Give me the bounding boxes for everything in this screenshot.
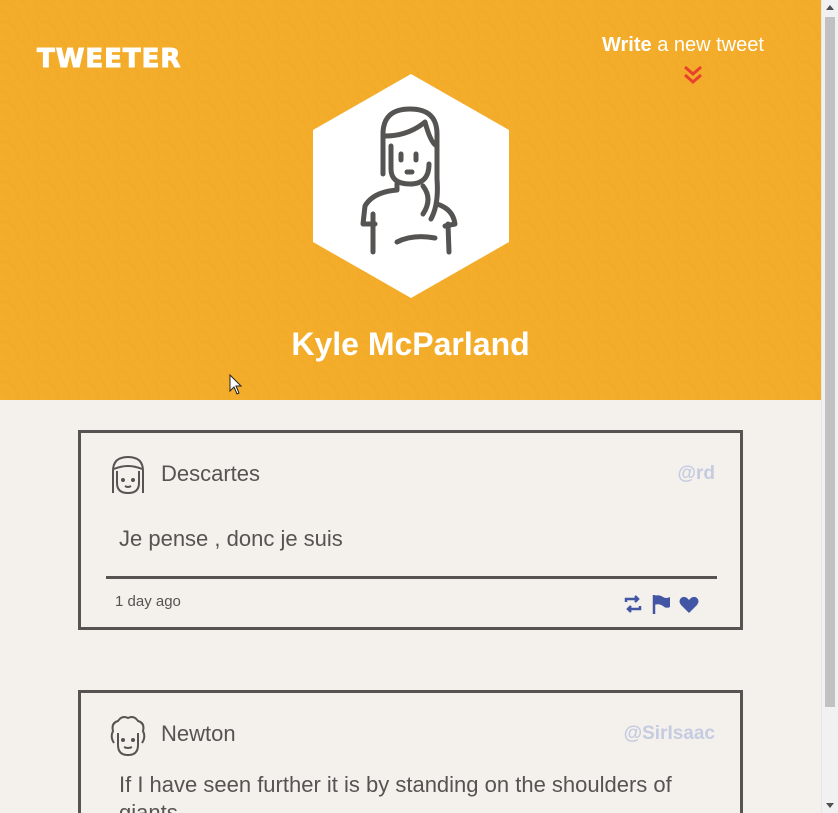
tweet-timestamp: 1 day ago: [115, 593, 181, 610]
compose-toggle-button[interactable]: Write a new tweet: [602, 34, 792, 57]
tweet-text: If I have seen further it is by standing…: [119, 772, 672, 813]
profile-header: TWEETER Write a new tweet Kyle McParland: [0, 0, 821, 400]
flag-icon[interactable]: [650, 593, 672, 615]
compose-label-rest: a new tweet: [651, 34, 764, 56]
profile-name: Kyle McParland: [291, 326, 530, 362]
tweet-divider: [106, 576, 717, 579]
retweet-icon[interactable]: [622, 593, 644, 615]
profile-avatar: [313, 74, 509, 298]
tweet-author-name: Descartes: [161, 461, 261, 486]
scrollbar-thumb[interactable]: [825, 17, 835, 707]
heart-icon[interactable]: [678, 593, 700, 615]
tweet-card: Newton @SirIsaac If I have seen further …: [78, 690, 743, 813]
double-chevron-down-icon[interactable]: [682, 64, 704, 86]
tweet-card: Descartes @rd Je pense , donc je suis 1 …: [78, 430, 743, 630]
scroll-down-arrow-icon[interactable]: [826, 803, 834, 808]
scroll-up-arrow-icon[interactable]: [826, 5, 834, 10]
girl-avatar-icon: [112, 455, 144, 495]
tweet-author-handle[interactable]: @rd: [677, 463, 715, 485]
tweet-author-handle[interactable]: @SirIsaac: [624, 723, 715, 745]
tweet-actions: [622, 593, 700, 615]
vertical-scrollbar[interactable]: [821, 0, 838, 813]
app-logo[interactable]: TWEETER: [36, 44, 181, 75]
tweet-text: Je pense , donc je suis: [119, 526, 343, 551]
newton-avatar-icon: [110, 716, 146, 757]
mouse-cursor-icon: [229, 374, 243, 395]
compose-label-bold: Write: [602, 34, 652, 56]
tweet-author-name: Newton: [161, 721, 236, 746]
